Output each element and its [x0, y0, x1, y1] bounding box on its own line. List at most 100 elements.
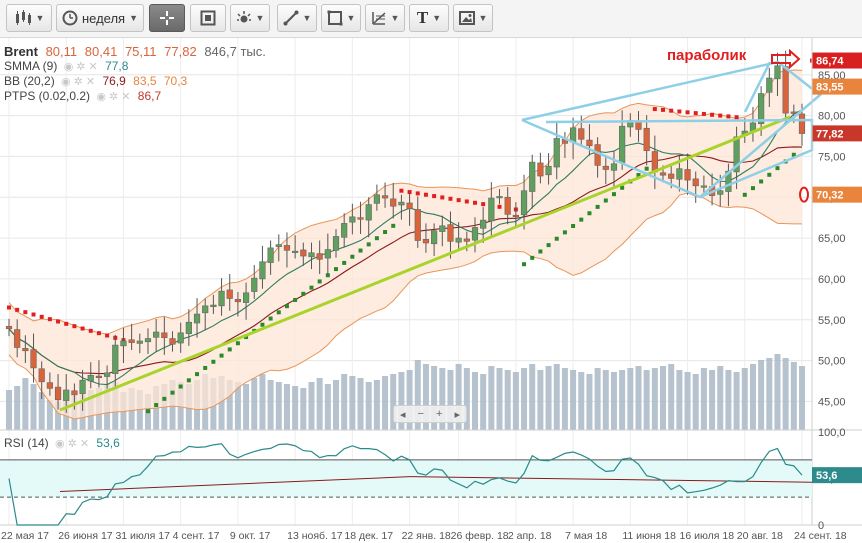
eye-icon[interactable]: ◉: [64, 60, 74, 73]
data-window-button[interactable]: [190, 4, 226, 32]
candle-body: [414, 209, 421, 241]
close-icon[interactable]: ✕: [121, 90, 130, 103]
price-chart[interactable]: 45,0050,0055,0060,0065,0070,0075,0080,00…: [0, 38, 862, 543]
line-tool-button[interactable]: ▼: [277, 4, 317, 32]
gear-icon[interactable]: ✲: [76, 60, 85, 73]
candle-body: [251, 277, 258, 292]
sar-dot: [603, 198, 608, 203]
gear-icon[interactable]: ✲: [68, 437, 77, 450]
shape-tool-button[interactable]: ▼: [321, 4, 361, 32]
text-tool-button[interactable]: T ▼: [409, 4, 449, 32]
price-tag-label: 83,55: [816, 82, 844, 94]
candle-body: [169, 338, 176, 345]
legend-ptps-name: PTPS (0.02,0.2): [4, 89, 91, 103]
eye-icon[interactable]: ◉: [61, 75, 71, 88]
candle-body: [104, 372, 111, 377]
rectangle-tool-icon: [327, 10, 343, 26]
candle-body: [774, 65, 781, 80]
y-tick-label: 75,00: [818, 151, 846, 163]
indicators-icon: [236, 11, 251, 23]
x-tick-label: 26 февр. 18: [451, 530, 509, 542]
x-tick-label: 18 дек. 17: [344, 530, 393, 542]
sar-dot: [767, 172, 772, 177]
volume-bar: [373, 380, 380, 430]
legend-bb-upper: 83,5: [133, 74, 157, 88]
sar-dot: [7, 305, 11, 310]
crosshair-button[interactable]: [149, 4, 185, 32]
sar-dot: [80, 326, 85, 331]
chevron-down-icon: ▼: [346, 13, 356, 23]
candle-body: [643, 127, 650, 152]
y-tick-label: 45,00: [818, 396, 846, 408]
candle-body: [520, 190, 528, 216]
zoom-in-button[interactable]: +: [436, 408, 442, 420]
crosshair-icon: [160, 11, 174, 25]
chevron-down-icon: ▼: [35, 13, 45, 23]
sar-dot: [611, 192, 616, 197]
legend-brent-open: 80,11: [45, 44, 78, 59]
sar-dot: [366, 242, 371, 247]
candle-body: [38, 368, 45, 383]
candle-body: [766, 77, 773, 93]
image-button[interactable]: ▼: [453, 4, 493, 32]
gear-icon[interactable]: ✲: [74, 75, 83, 88]
period-dropdown[interactable]: неделя ▼: [56, 4, 144, 32]
x-tick-label: 13 нояб. 17: [287, 530, 343, 542]
candle-body: [242, 292, 250, 303]
close-icon[interactable]: ✕: [80, 437, 89, 450]
candle-body: [177, 332, 184, 344]
gear-icon[interactable]: ✲: [109, 90, 118, 103]
volume-bar: [324, 384, 331, 430]
candle-body: [30, 349, 37, 369]
sar-dot: [145, 409, 150, 414]
clock-icon: [62, 10, 78, 26]
sar-dot: [775, 166, 780, 171]
candle-body: [439, 225, 446, 232]
candle-body: [275, 244, 282, 247]
sar-dot: [693, 111, 698, 116]
sar-dot: [399, 188, 404, 193]
chevron-down-icon: ▼: [432, 13, 442, 23]
close-icon[interactable]: ✕: [89, 60, 98, 73]
volume-bar: [651, 368, 658, 430]
volume-bar: [537, 370, 544, 430]
chart-navigation: ◂ − + ▸: [393, 405, 467, 423]
close-icon[interactable]: ✕: [86, 75, 95, 88]
candle-body: [422, 239, 430, 244]
sar-dot: [219, 353, 224, 358]
candle-body: [504, 196, 511, 215]
volume-bar: [545, 366, 552, 430]
legend-brent-high: 80,41: [84, 44, 118, 59]
sar-dot: [562, 230, 567, 235]
eye-icon[interactable]: ◉: [96, 90, 106, 103]
sar-dot: [538, 249, 543, 254]
scroll-right-icon[interactable]: ▸: [454, 408, 460, 421]
candle-body: [496, 196, 503, 199]
eye-icon[interactable]: ◉: [55, 437, 65, 450]
candle-body: [610, 163, 618, 171]
chevron-down-icon: ▼: [302, 13, 312, 23]
volume-bar: [243, 384, 250, 430]
candle-body: [316, 253, 323, 260]
sar-dot: [685, 110, 690, 115]
sar-dot: [284, 304, 289, 309]
volume-bar: [561, 368, 568, 430]
fib-tool-button[interactable]: ▼: [365, 4, 405, 32]
volume-bar: [308, 382, 315, 430]
volume-bar: [488, 366, 495, 430]
sar-dot: [750, 186, 755, 191]
candle-body: [619, 125, 626, 163]
indicators-button[interactable]: ▼: [230, 4, 270, 32]
candle-body: [431, 230, 438, 245]
window-icon: [200, 10, 216, 26]
chart-type-button[interactable]: ▼: [6, 4, 52, 32]
zoom-out-button[interactable]: −: [418, 408, 424, 420]
sar-dot: [423, 192, 428, 197]
scroll-left-icon[interactable]: ◂: [400, 408, 406, 421]
candle-body: [349, 216, 356, 223]
candle-body: [54, 386, 62, 401]
legend-bb-name: BB (20,2): [4, 74, 55, 88]
candle-body: [22, 348, 29, 352]
volume-bar: [267, 380, 274, 430]
candle-body: [259, 261, 266, 280]
